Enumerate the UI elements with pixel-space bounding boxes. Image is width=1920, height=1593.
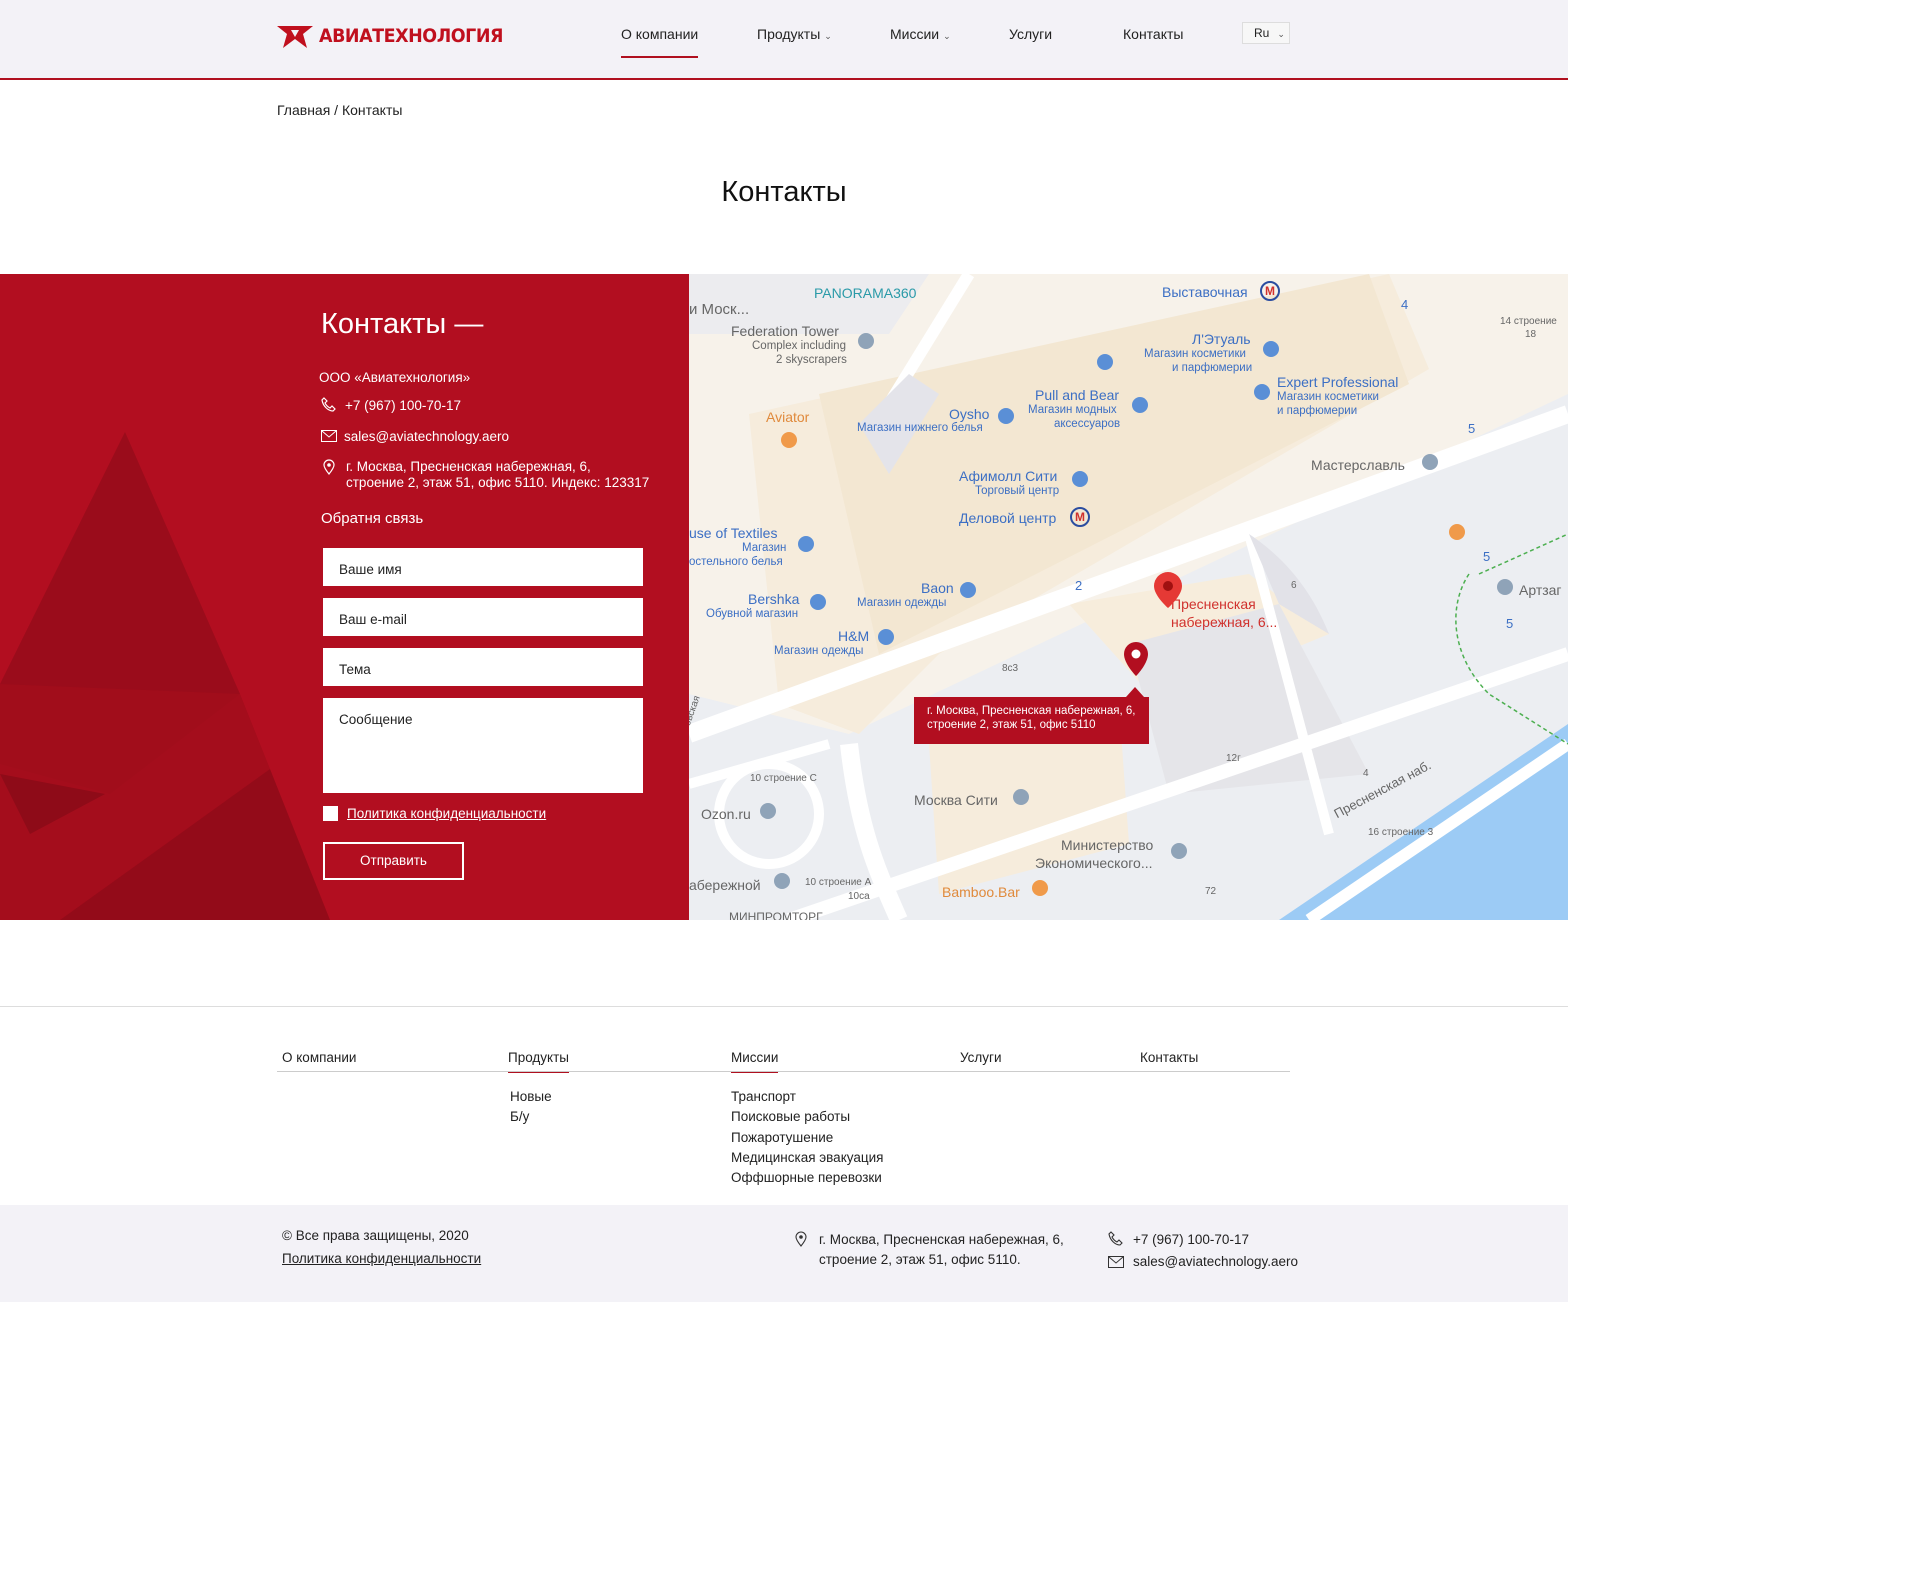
logo[interactable]: АВИАТЕХНОЛОГИЯ: [277, 24, 519, 48]
email-input[interactable]: Ваш e-mail: [323, 598, 643, 636]
footer-phone[interactable]: +7 (967) 100-70-17: [1133, 1230, 1249, 1250]
contact-phone[interactable]: +7 (967) 100-70-17: [345, 398, 461, 414]
footer-link-search[interactable]: Поисковые работы: [731, 1109, 850, 1124]
nav-about[interactable]: О компании: [621, 26, 699, 58]
nav-services[interactable]: Услуги: [1009, 26, 1052, 42]
footer-link-medevac[interactable]: Медицинская эвакуация: [731, 1150, 883, 1165]
nav-missions-label: Миссии: [890, 26, 940, 42]
contact-address-line2: строение 2, этаж 51, офис 5110. Индекс: …: [346, 475, 650, 490]
phone-icon: [1108, 1231, 1123, 1246]
location-pin-icon: [323, 459, 335, 475]
footer-link-new[interactable]: Новые: [510, 1089, 552, 1104]
nav-contacts[interactable]: Контакты: [1123, 26, 1183, 42]
subject-input[interactable]: Тема: [323, 648, 643, 686]
contact-address-line1: г. Москва, Пресненская набережная, 6,: [346, 459, 591, 474]
footer-link-transport[interactable]: Транспорт: [731, 1089, 796, 1104]
site-header: АВИАТЕХНОЛОГИЯ О компании Продукты ⌄ Мисс…: [0, 0, 1568, 80]
nav-missions[interactable]: Миссии ⌄: [890, 26, 951, 42]
mail-icon: [321, 430, 337, 442]
footer-address-line2: строение 2, этаж 51, офис 5110.: [819, 1252, 1021, 1267]
submit-button[interactable]: Отправить: [323, 842, 464, 880]
name-input[interactable]: Ваше имя: [323, 548, 643, 586]
company-name: ООО «Авиатехнология»: [319, 370, 471, 385]
language-select[interactable]: Ru ⌄: [1242, 22, 1290, 44]
nav-products-label: Продукты: [757, 26, 821, 42]
footer-nav-products[interactable]: Продукты: [508, 1050, 569, 1073]
footer-divider: [0, 1006, 1568, 1007]
map-poi-pins: [760, 333, 1513, 896]
phone-icon: [321, 397, 336, 412]
footer-bottom: [0, 1205, 1568, 1302]
footer-nav-separator: [277, 1071, 1290, 1072]
logo-star-icon: [277, 26, 313, 48]
map[interactable]: и Моск... PANORAMA360 Выставочная M Fede…: [689, 274, 1568, 920]
contacts-heading: Контакты —: [321, 308, 484, 340]
nav-products[interactable]: Продукты ⌄: [757, 26, 832, 42]
map-tooltip-line2: строение 2, этаж 51, офис 5110: [927, 719, 1096, 731]
footer-nav-services[interactable]: Услуги: [960, 1050, 1002, 1065]
mail-icon: [1108, 1256, 1124, 1268]
breadcrumb[interactable]: Главная / Контакты: [277, 102, 402, 118]
footer-address-line1: г. Москва, Пресненская набережная, 6,: [819, 1232, 1064, 1247]
page-title: Контакты: [721, 176, 847, 208]
footer-link-firefighting[interactable]: Пожаротушение: [731, 1130, 833, 1145]
policy-link[interactable]: Политика конфиденциальности: [347, 806, 546, 821]
feedback-heading: Обратня связь: [321, 510, 424, 527]
chevron-down-icon: ⌄: [943, 31, 951, 41]
footer-nav-missions[interactable]: Миссии: [731, 1050, 779, 1073]
map-tooltip: г. Москва, Пресненская набережная, 6, ст…: [914, 687, 1149, 744]
footer-link-offshore[interactable]: Оффшорные перевозки: [731, 1170, 882, 1185]
footer-link-used[interactable]: Б/у: [510, 1109, 529, 1124]
copyright: © Все права защищены, 2020: [282, 1228, 469, 1243]
chevron-down-icon: ⌄: [824, 31, 832, 41]
footer-policy-link[interactable]: Политика конфиденциальности: [282, 1249, 481, 1269]
footer-nav-about[interactable]: О компании: [282, 1050, 356, 1065]
policy-checkbox[interactable]: [323, 806, 338, 821]
logo-text: АВИАТЕХНОЛОГИЯ: [319, 25, 504, 47]
footer-nav-contacts[interactable]: Контакты: [1140, 1050, 1198, 1065]
message-textarea[interactable]: Сообщение: [323, 698, 643, 793]
map-tooltip-line1: г. Москва, Пресненская набережная, 6,: [927, 705, 1136, 717]
language-value: Ru: [1254, 26, 1270, 40]
chevron-down-icon: ⌄: [1277, 29, 1285, 39]
location-pin-icon: [795, 1231, 807, 1247]
footer-email[interactable]: sales@aviatechnology.aero: [1133, 1252, 1298, 1272]
contact-email[interactable]: sales@aviatechnology.aero: [344, 429, 509, 445]
